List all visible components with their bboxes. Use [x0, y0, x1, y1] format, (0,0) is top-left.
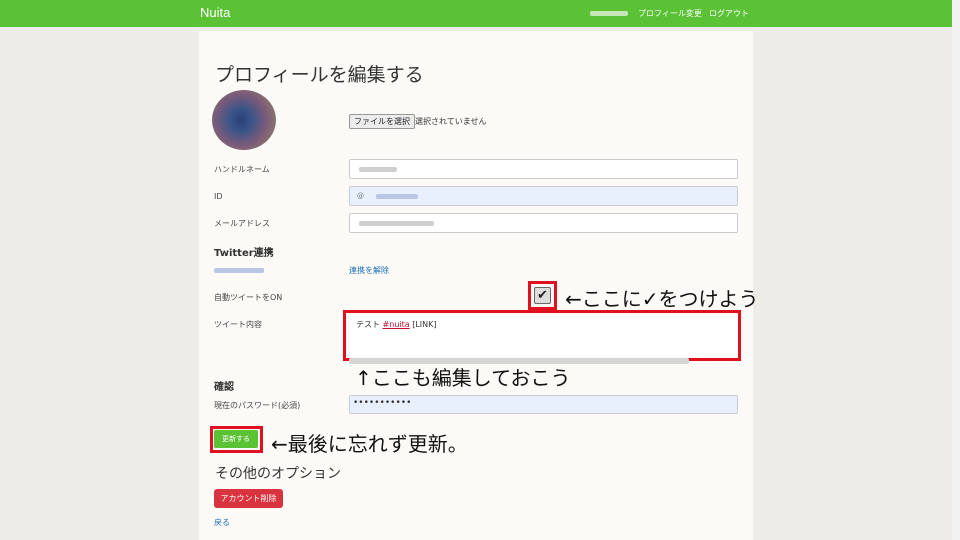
nav-logout-link[interactable]: ログアウト: [709, 8, 749, 19]
id-label: ID: [214, 192, 223, 201]
back-link[interactable]: 戻る: [214, 517, 230, 528]
delete-account-button[interactable]: アカウント削除: [214, 489, 283, 508]
id-input[interactable]: [349, 186, 738, 206]
top-navbar: Nuita プロフィール変更 ログアウト: [0, 0, 960, 27]
handle-value-redacted: [359, 167, 397, 172]
id-at-prefix: @: [357, 192, 364, 200]
unlink-twitter-link[interactable]: 連携を解除: [349, 265, 389, 276]
choose-file-button[interactable]: ファイルを選択: [349, 114, 415, 129]
email-input[interactable]: [349, 213, 738, 233]
id-value-redacted: [376, 194, 418, 199]
email-value-redacted: [359, 221, 434, 226]
other-options-title: その他のオプション: [215, 466, 341, 482]
checkbox-highlight-box: [528, 281, 557, 310]
tweet-annotation: ↑ここも編集しておこう: [355, 366, 571, 390]
tweet-highlight-box: [343, 310, 741, 361]
file-status-text: 選択されていません: [415, 117, 487, 126]
page-scrollbar[interactable]: [952, 0, 960, 540]
update-annotation: ←最後に忘れず更新。: [271, 432, 468, 456]
auto-tweet-label: 自動ツイートをON: [214, 293, 283, 302]
handle-label: ハンドルネーム: [214, 165, 270, 174]
password-value: •••••••••••: [353, 398, 412, 408]
confirm-section-title: 確認: [214, 382, 234, 393]
page-title: プロフィールを編集する: [215, 64, 424, 86]
brand-logo[interactable]: Nuita: [200, 5, 230, 20]
checkbox-annotation: ←ここに✓をつけよう: [565, 287, 759, 311]
nav-profile-link[interactable]: プロフィール変更: [638, 8, 702, 19]
update-highlight-box: [210, 426, 263, 453]
nav-username-redacted[interactable]: [590, 11, 628, 16]
email-label: メールアドレス: [214, 219, 270, 228]
password-label: 現在のパスワード(必須): [214, 401, 301, 410]
twitter-section-title: Twitter連携: [214, 248, 274, 259]
twitter-account-redacted: [214, 268, 264, 273]
tweet-content-label: ツイート内容: [214, 320, 262, 329]
avatar: [212, 90, 276, 150]
handle-input[interactable]: [349, 159, 738, 179]
